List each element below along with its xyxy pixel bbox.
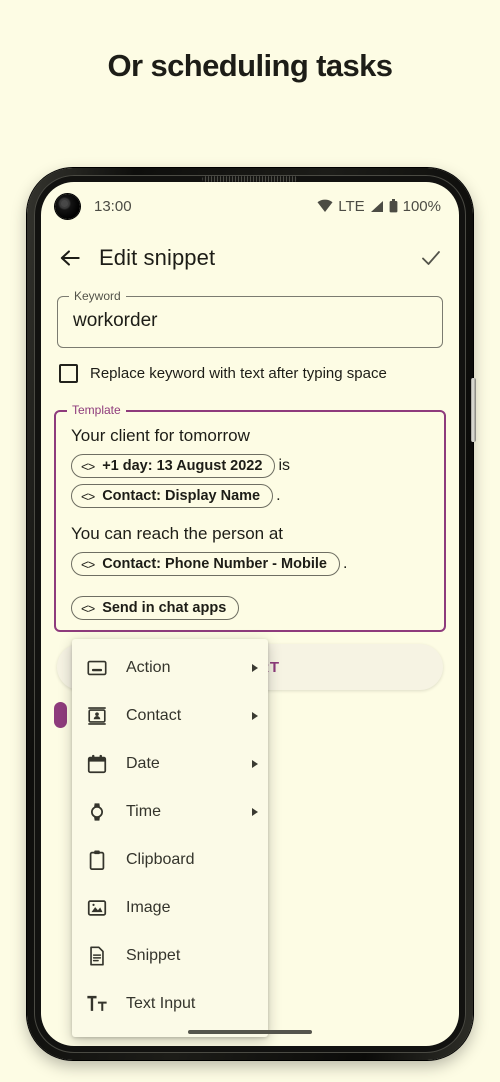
- page-title: Or scheduling tasks: [107, 48, 394, 83]
- front-camera-icon: [55, 193, 80, 219]
- keyword-field[interactable]: Keyword workorder: [57, 289, 443, 348]
- keyword-field-label: Keyword: [69, 289, 126, 303]
- power-button[interactable]: [471, 378, 476, 442]
- image-icon: [87, 900, 107, 916]
- template-chip-row-2: <> Contact: Display Name .: [71, 484, 281, 508]
- menu-item-action[interactable]: Action: [72, 644, 268, 692]
- menu-item-time[interactable]: Time: [72, 788, 268, 836]
- back-arrow-icon[interactable]: [57, 245, 83, 271]
- menu-item-contact-label: Contact: [126, 707, 182, 724]
- template-chip-row-3: <> Contact: Phone Number - Mobile .: [71, 552, 347, 576]
- keyword-input-value[interactable]: workorder: [73, 310, 157, 332]
- app-bar: Edit snippet: [41, 230, 459, 286]
- accent-indicator: [54, 702, 67, 728]
- template-chip-date-label: +1 day: 13 August 2022: [102, 458, 263, 474]
- template-chip-date[interactable]: <> +1 day: 13 August 2022: [71, 454, 276, 478]
- code-brackets-icon: <>: [81, 556, 95, 572]
- menu-item-image[interactable]: Image: [72, 884, 268, 932]
- menu-item-time-label: Time: [126, 803, 161, 820]
- template-chip-send-chat-label: Send in chat apps: [102, 600, 227, 616]
- template-chip-phone-suffix: .: [342, 555, 348, 572]
- status-indicators: LTE 100%: [317, 198, 441, 215]
- promo-page: Or scheduling tasks 13:00 LTE 100% Edit …: [0, 0, 500, 1082]
- contact-card-icon: [88, 707, 106, 725]
- menu-item-contact[interactable]: Contact: [72, 692, 268, 740]
- phone-screen: 13:00 LTE 100% Edit snippet Keyword work…: [41, 182, 459, 1046]
- chevron-right-icon: [252, 664, 258, 672]
- chevron-right-icon: [252, 712, 258, 720]
- template-chip-contact-name[interactable]: <> Contact: Display Name: [71, 484, 274, 508]
- signal-icon: [370, 200, 383, 212]
- calendar-icon: [87, 754, 107, 774]
- watch-icon: [90, 803, 104, 821]
- code-brackets-icon: <>: [81, 488, 95, 504]
- chevron-right-icon: [252, 760, 258, 768]
- template-chip-phone-label: Contact: Phone Number - Mobile: [102, 556, 327, 572]
- checkmark-icon[interactable]: [419, 246, 443, 270]
- battery-icon: [389, 199, 398, 213]
- replace-keyword-label: Replace keyword with text after typing s…: [90, 365, 387, 382]
- template-chip-contact-name-label: Contact: Display Name: [102, 488, 261, 504]
- phone-mockup: 13:00 LTE 100% Edit snippet Keyword work…: [27, 168, 476, 1060]
- template-chip-contact-name-suffix: .: [276, 487, 281, 504]
- menu-item-snippet-label: Snippet: [126, 947, 181, 964]
- network-type: LTE: [338, 197, 365, 215]
- template-chip-send-chat[interactable]: <> Send in chat apps: [71, 596, 240, 620]
- template-chip-date-suffix: is: [278, 457, 290, 474]
- insert-placeholder-menu[interactable]: Action Contact Date Time Clipboard Image…: [72, 639, 268, 1037]
- document-icon: [90, 946, 104, 966]
- menu-item-snippet[interactable]: Snippet: [72, 932, 268, 980]
- replace-keyword-checkbox[interactable]: [59, 364, 78, 383]
- menu-item-clipboard-label: Clipboard: [126, 851, 195, 868]
- chevron-right-icon: [252, 808, 258, 816]
- screen-title: Edit snippet: [99, 245, 216, 270]
- template-chip-row-1: <> +1 day: 13 August 2022 is: [71, 454, 290, 478]
- code-brackets-icon: <>: [81, 458, 95, 474]
- menu-item-date[interactable]: Date: [72, 740, 268, 788]
- code-brackets-icon: <>: [81, 600, 95, 616]
- wifi-icon: [317, 199, 333, 212]
- replace-keyword-checkbox-row[interactable]: Replace keyword with text after typing s…: [59, 364, 387, 383]
- template-text-line-1: Your client for tomorrow: [71, 426, 250, 445]
- menu-item-image-label: Image: [126, 899, 171, 916]
- template-chip-row-4: <> Send in chat apps: [71, 596, 240, 620]
- template-field-label: Template: [67, 403, 126, 417]
- text-input-icon: [87, 995, 107, 1011]
- status-clock: 13:00: [94, 197, 132, 215]
- gesture-nav-handle[interactable]: [188, 1030, 312, 1034]
- template-field[interactable]: Template Your client for tomorrow <> +1 …: [54, 403, 446, 632]
- menu-item-text-input-label: Text Input: [126, 995, 196, 1012]
- template-text-line-2: You can reach the person at: [71, 524, 284, 543]
- menu-item-clipboard[interactable]: Clipboard: [72, 836, 268, 884]
- battery-percent: 100%: [402, 197, 441, 215]
- template-chip-phone[interactable]: <> Contact: Phone Number - Mobile: [71, 552, 340, 576]
- action-button-icon: [87, 660, 107, 676]
- menu-item-text-input[interactable]: Text Input: [72, 980, 268, 1028]
- clipboard-icon: [89, 850, 105, 871]
- menu-item-date-label: Date: [126, 755, 160, 772]
- menu-item-action-label: Action: [126, 659, 171, 676]
- status-bar: 13:00 LTE 100%: [41, 182, 459, 230]
